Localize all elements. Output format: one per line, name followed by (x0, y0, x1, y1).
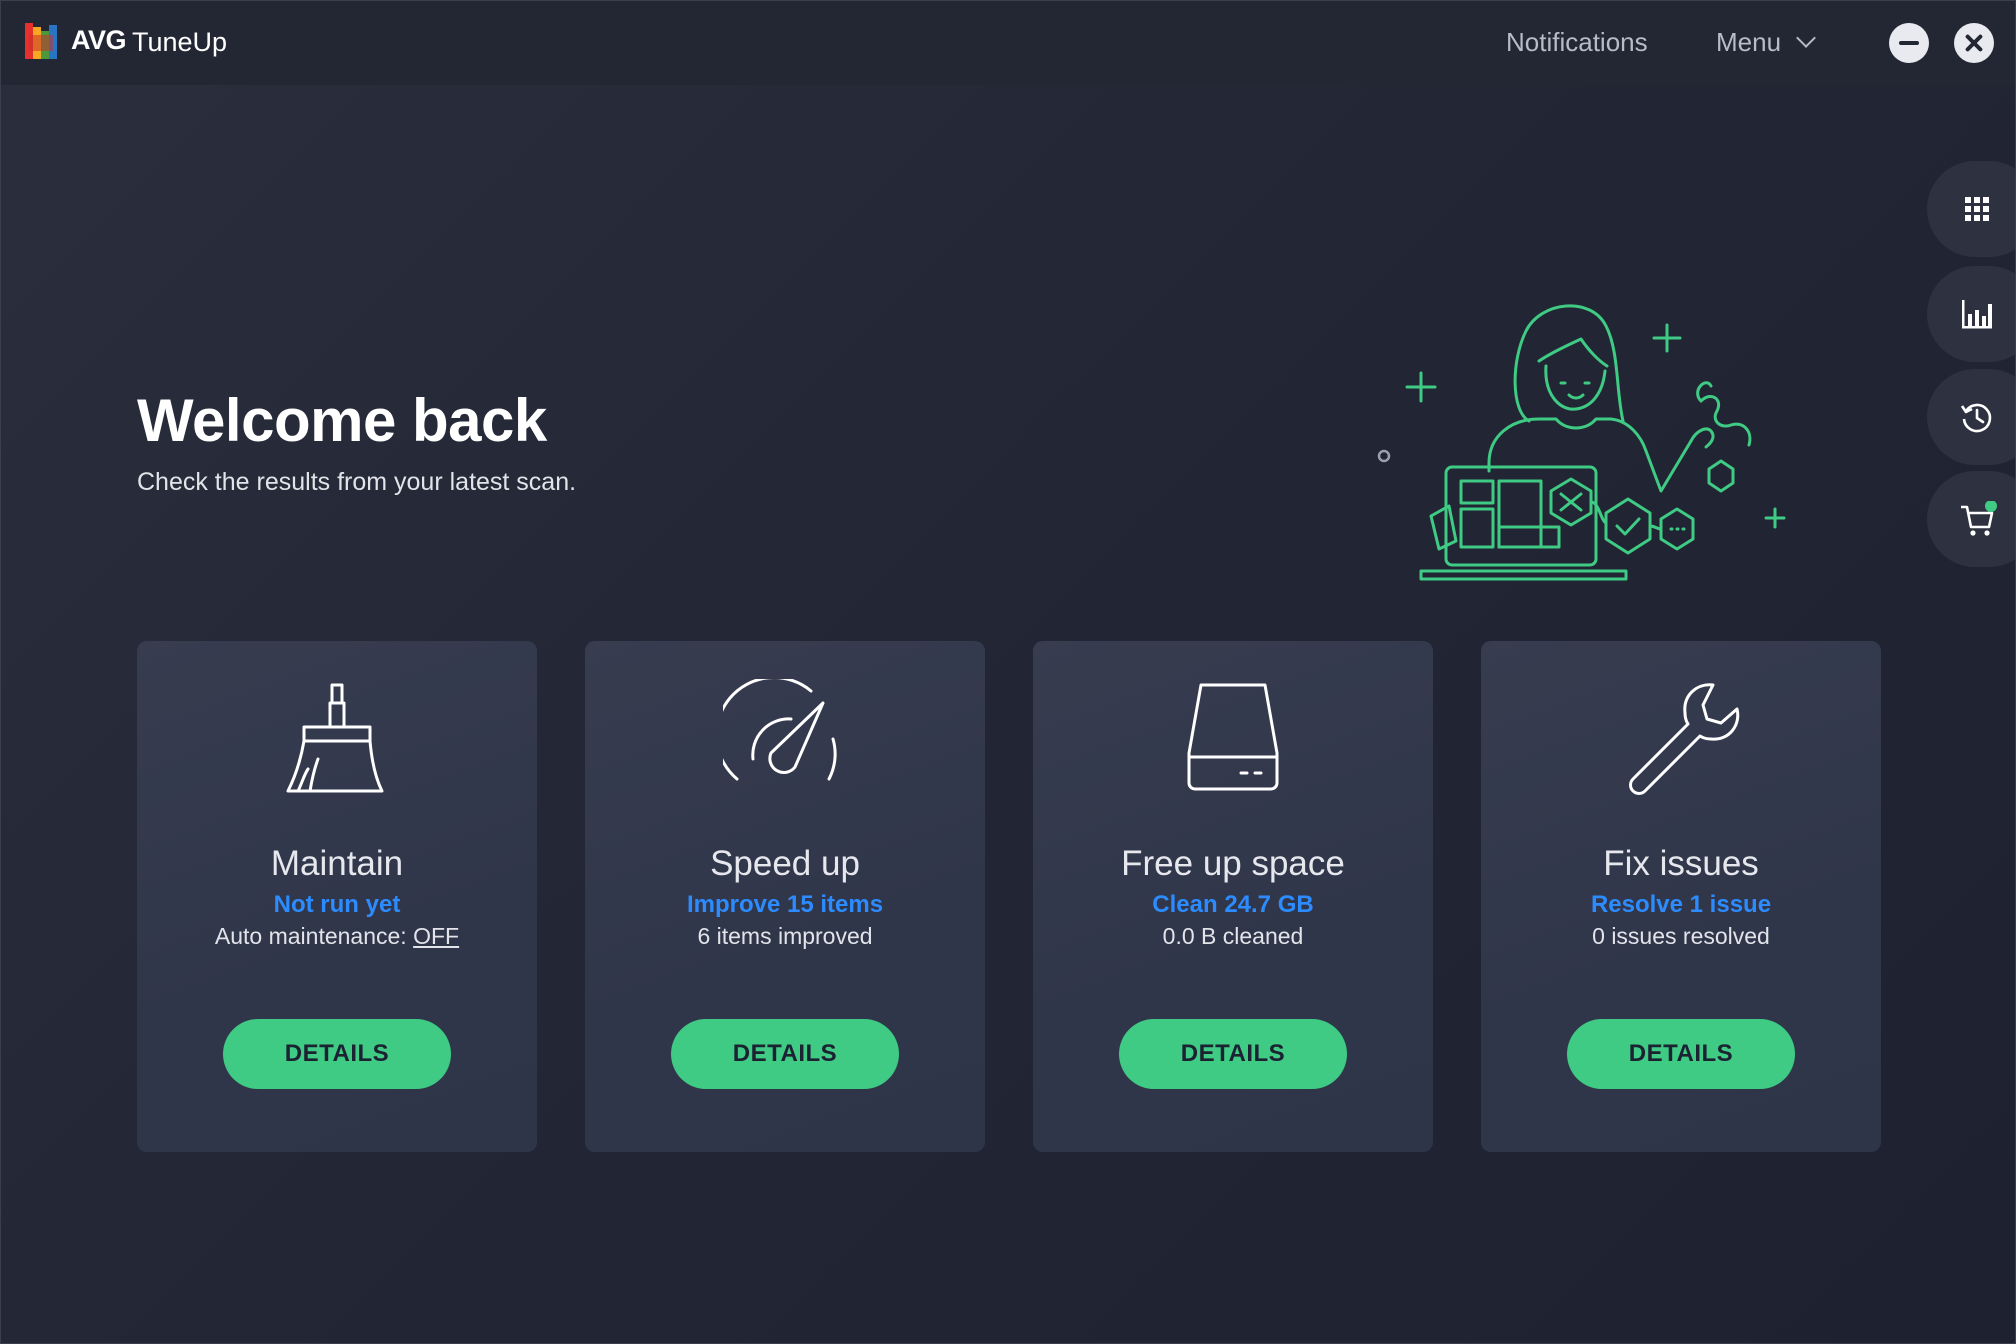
notifications-link[interactable]: Notifications (1506, 27, 1648, 58)
side-button-apps[interactable] (1927, 161, 2015, 257)
card-fix-issues: Fix issues Resolve 1 issue 0 issues reso… (1481, 641, 1881, 1152)
chevron-down-icon (1796, 28, 1816, 48)
brand-name: AVG (71, 25, 127, 55)
card-action-link[interactable]: Not run yet (137, 891, 537, 919)
title-bar: AVG TuneUp Notifications Menu (1, 1, 2015, 85)
details-button[interactable]: DETAILS (223, 1019, 451, 1089)
side-button-history[interactable] (1927, 369, 2015, 465)
page-title: Welcome back (137, 387, 547, 454)
card-action-link[interactable]: Clean 24.7 GB (1033, 891, 1433, 919)
card-free-up-space: Free up space Clean 24.7 GB 0.0 B cleane… (1033, 641, 1433, 1152)
card-title: Fix issues (1603, 844, 1759, 883)
card-status: 0 issues resolved (1592, 923, 1770, 949)
card-action-link[interactable]: Resolve 1 issue (1481, 891, 1881, 919)
avg-logo-icon (25, 23, 57, 59)
close-button[interactable] (1954, 23, 1994, 63)
details-button[interactable]: DETAILS (1119, 1019, 1347, 1089)
app-window: AVG TuneUp Notifications Menu Welcome ba… (0, 0, 2016, 1344)
page-subtitle: Check the results from your latest scan. (137, 468, 577, 496)
menu-label: Menu (1716, 27, 1782, 57)
product-name: TuneUp (132, 27, 228, 57)
auto-maintenance-label: Auto maintenance: (214, 923, 414, 949)
wrench-icon (1629, 683, 1740, 795)
menu-dropdown[interactable]: Menu (1716, 27, 1816, 58)
card-title: Maintain (270, 844, 404, 883)
hard-drive-icon (1187, 683, 1279, 791)
details-button[interactable]: DETAILS (671, 1019, 899, 1089)
card-title: Free up space (1121, 844, 1345, 883)
apps-grid-icon (1965, 197, 1989, 221)
card-action-link[interactable]: Improve 15 items (585, 891, 985, 919)
hero-illustration (1377, 304, 1786, 581)
speedometer-icon (715, 676, 837, 781)
card-title: Speed up (710, 844, 860, 883)
auto-maintenance-toggle[interactable]: OFF (413, 923, 459, 949)
card-maintain: Maintain Not run yet Auto maintenance: O… (137, 641, 537, 1152)
card-status: Auto maintenance: OFF (137, 923, 537, 950)
bar-chart-icon (1962, 300, 1992, 329)
notification-dot (1985, 501, 1997, 512)
broom-icon (286, 683, 384, 793)
card-status: 6 items improved (697, 923, 873, 949)
minimize-button[interactable] (1889, 23, 1929, 63)
side-button-cart[interactable] (1927, 471, 2015, 567)
cart-icon (1961, 501, 1997, 536)
card-speed-up: Speed up Improve 15 items 6 items improv… (585, 641, 985, 1152)
details-button[interactable]: DETAILS (1567, 1019, 1795, 1089)
card-status: 0.0 B cleaned (1162, 923, 1304, 949)
side-button-performance[interactable] (1927, 266, 2015, 362)
history-icon (1960, 403, 1992, 433)
